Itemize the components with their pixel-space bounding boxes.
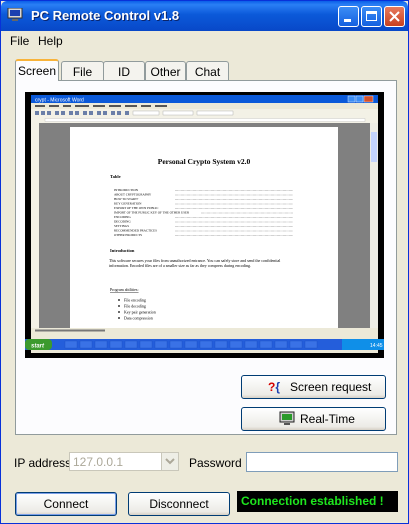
minimize-button[interactable]: [338, 6, 359, 27]
program-abilities-label: Program abilities:: [110, 287, 139, 292]
maximize-icon: [366, 11, 377, 21]
toc-item: INTRODUCTION: [114, 188, 139, 192]
tab-screen[interactable]: Screen: [15, 59, 59, 81]
connect-label: Connect: [43, 497, 89, 511]
ip-address-label: IP address: [14, 456, 72, 470]
toc-item: ABOUT CRYPTOGRAPHY: [114, 193, 152, 197]
password-input[interactable]: [246, 452, 398, 472]
screen-request-label: Screen request: [290, 380, 372, 394]
real-time-button[interactable]: Real-Time: [241, 407, 386, 431]
disconnect-label: Disconnect: [149, 497, 209, 511]
screen-request-button[interactable]: ?{ Screen request: [241, 375, 386, 399]
disconnect-button[interactable]: Disconnect: [128, 492, 230, 516]
toc-item: RECOMMENDED PRACTICES: [114, 229, 157, 233]
main-window: PC Remote Control v1.8 File Help Screen …: [0, 0, 409, 524]
toc-item: HOW TO START?: [114, 197, 139, 201]
screen-request-icon: ?{: [268, 380, 281, 394]
taskbar-clock: 14:45: [370, 343, 383, 349]
menu-help[interactable]: Help: [38, 34, 63, 48]
ability-item: Key pair generation: [124, 310, 156, 315]
toc-item: EXPORT OF THE OWN PUBLIC: [114, 206, 159, 210]
intro-paragraph: This software secures your files from un…: [109, 259, 281, 268]
remote-screenshot: crypt - Microsoft Word Personal Crypto S…: [25, 92, 384, 358]
chevron-down-icon: [165, 458, 175, 465]
close-icon: [389, 11, 400, 22]
toc-heading: Table: [110, 174, 121, 179]
intro-heading: Introduction: [110, 248, 135, 253]
window-title: PC Remote Control v1.8: [31, 8, 180, 23]
connection-status: Connection established !: [237, 491, 398, 512]
title-bar[interactable]: PC Remote Control v1.8: [1, 1, 408, 31]
intro-paragraph-wrap: This software secures your files from un…: [109, 259, 281, 268]
real-time-label: Real-Time: [300, 412, 355, 426]
monitor-icon: [7, 8, 23, 21]
remote-screen-view[interactable]: crypt - Microsoft Word Personal Crypto S…: [25, 92, 384, 358]
close-button[interactable]: [384, 6, 405, 27]
ability-item: File decoding: [124, 304, 146, 309]
toc-item: OTHER PRODUCTS: [114, 233, 142, 237]
tab-id[interactable]: ID: [103, 61, 145, 80]
menu-file[interactable]: File: [10, 34, 29, 48]
tab-chat[interactable]: Chat: [186, 61, 229, 80]
toc-item: SETTINGS: [114, 224, 129, 228]
maximize-button[interactable]: [361, 6, 382, 27]
password-label: Password: [189, 456, 242, 470]
ip-address-value: 127.0.0.1: [73, 455, 124, 469]
toc-item: IMPORT OF THE PUBLIC KEY OF THE OTHER US…: [114, 211, 190, 215]
toc-item: DECODING: [114, 220, 131, 224]
start-button-label: start: [31, 344, 45, 350]
doc-title: Personal Crypto System v2.0: [158, 157, 251, 166]
connect-button[interactable]: Connect: [15, 492, 117, 516]
ability-item: Data compression: [124, 316, 153, 321]
toc-item: KEY GENERATION: [114, 202, 142, 206]
toc-item: ENCODING: [114, 215, 131, 219]
word-title-text: crypt - Microsoft Word: [35, 98, 84, 104]
minimize-icon: [344, 19, 351, 22]
monitor-icon: [279, 411, 295, 425]
ability-item: File encoding: [124, 298, 146, 303]
tab-file[interactable]: File: [61, 61, 104, 80]
menu-bar: File Help: [1, 31, 408, 51]
ip-dropdown-button[interactable]: [161, 453, 178, 470]
ip-address-combobox[interactable]: 127.0.0.1: [69, 452, 179, 471]
tab-other[interactable]: Other: [145, 61, 186, 80]
